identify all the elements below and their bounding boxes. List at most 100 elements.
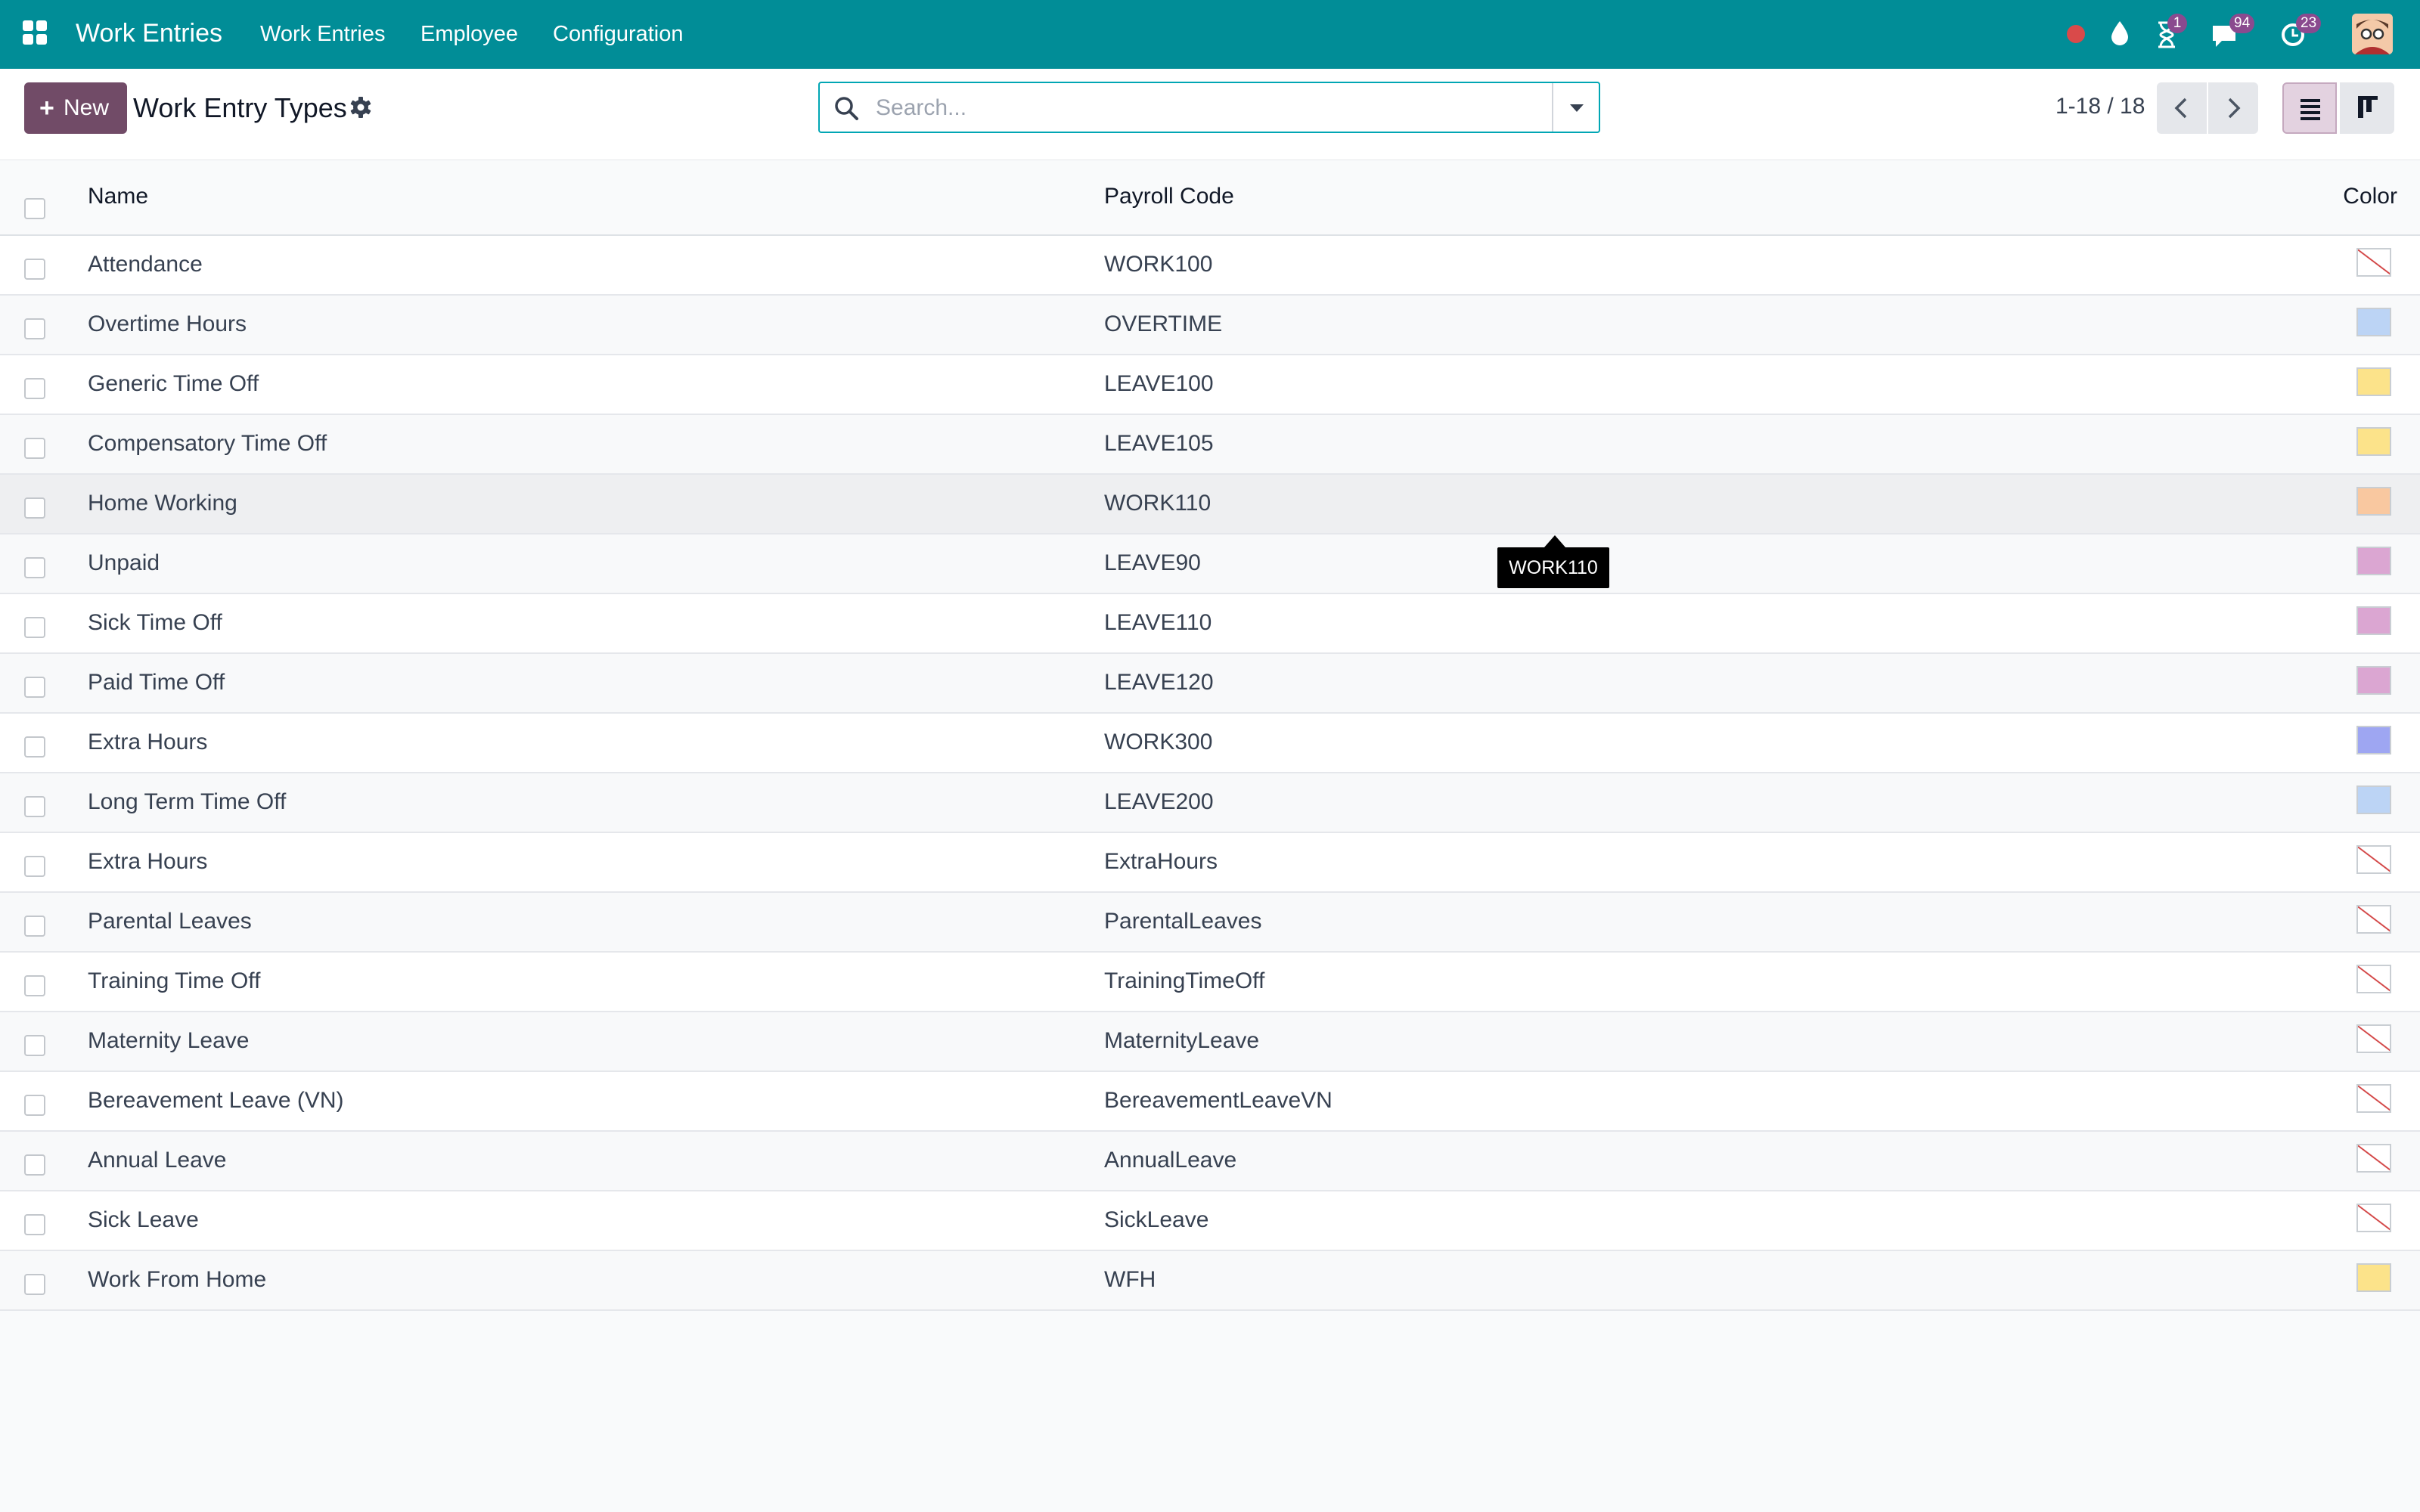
cell-name[interactable]: Training Time Off [88,966,260,996]
cell-payroll-code[interactable]: SickLeave [1104,1205,1208,1235]
table-row[interactable]: Extra Hours ExtraHours [0,833,2420,893]
row-checkbox[interactable] [24,1214,45,1235]
color-swatch[interactable] [2356,248,2391,277]
clock-icon[interactable]: 23 [2276,14,2322,53]
cell-payroll-code[interactable]: LEAVE200 [1104,787,1214,817]
color-swatch[interactable] [2356,905,2391,934]
cell-name[interactable]: Parental Leaves [88,906,252,937]
row-checkbox[interactable] [24,318,45,339]
table-row[interactable]: Training Time Off TrainingTimeOff [0,953,2420,1012]
table-row[interactable]: Compensatory Time Off LEAVE105 [0,415,2420,475]
cell-payroll-code[interactable]: LEAVE110 [1104,608,1212,638]
cell-name[interactable]: Paid Time Off [88,668,225,698]
color-swatch[interactable] [2356,487,2391,516]
cell-payroll-code[interactable]: ExtraHours [1104,847,1218,877]
color-swatch[interactable] [2356,367,2391,396]
row-checkbox[interactable] [24,497,45,519]
table-row[interactable]: Home Working WORK110 [0,475,2420,534]
cell-name[interactable]: Attendance [88,249,203,280]
search-options-toggle[interactable] [1552,83,1599,132]
row-checkbox[interactable] [24,1095,45,1116]
cell-payroll-code[interactable]: WORK100 [1104,249,1212,280]
table-row[interactable]: Work From Home WFH [0,1251,2420,1311]
table-row[interactable]: Sick Time Off LEAVE110 [0,594,2420,654]
row-checkbox[interactable] [24,856,45,877]
color-swatch[interactable] [2356,547,2391,575]
cell-name[interactable]: Work From Home [88,1265,266,1295]
color-swatch[interactable] [2356,845,2391,874]
menu-work-entries[interactable]: Work Entries [260,20,385,48]
pager-next-button[interactable] [2208,82,2258,134]
table-row[interactable]: Extra Hours WORK300 [0,714,2420,773]
cell-name[interactable]: Annual Leave [88,1145,227,1176]
kanban-view-button[interactable] [2340,82,2394,134]
color-swatch[interactable] [2356,1024,2391,1053]
row-checkbox[interactable] [24,259,45,280]
user-avatar[interactable] [2352,14,2393,54]
droplet-icon[interactable] [2101,15,2139,53]
color-swatch[interactable] [2356,965,2391,993]
hourglass-icon[interactable]: 1 [2148,14,2187,53]
color-swatch[interactable] [2356,606,2391,635]
cell-name[interactable]: Home Working [88,488,237,519]
table-row[interactable]: Parental Leaves ParentalLeaves [0,893,2420,953]
menu-employee[interactable]: Employee [420,20,518,48]
cell-name[interactable]: Overtime Hours [88,309,247,339]
cell-name[interactable]: Extra Hours [88,727,207,758]
table-row[interactable]: Bereavement Leave (VN) BereavementLeaveVN [0,1072,2420,1132]
table-row[interactable]: Annual Leave AnnualLeave [0,1132,2420,1191]
table-row[interactable]: Overtime Hours OVERTIME [0,296,2420,355]
cell-name[interactable]: Compensatory Time Off [88,429,327,459]
cell-payroll-code[interactable]: MaternityLeave [1104,1026,1259,1056]
pager-previous-button[interactable] [2157,82,2207,134]
cell-name[interactable]: Maternity Leave [88,1026,249,1056]
cell-payroll-code[interactable]: WORK300 [1104,727,1212,758]
table-row[interactable]: Generic Time Off LEAVE100 [0,355,2420,415]
color-swatch[interactable] [2356,1084,2391,1113]
table-row[interactable]: Maternity Leave MaternityLeave [0,1012,2420,1072]
row-checkbox[interactable] [24,736,45,758]
table-row[interactable]: Paid Time Off LEAVE120 [0,654,2420,714]
chat-icon[interactable]: 94 [2208,14,2255,53]
table-row[interactable]: Unpaid LEAVE90 [0,534,2420,594]
select-all-checkbox[interactable] [24,198,45,219]
table-row[interactable]: Long Term Time Off LEAVE200 [0,773,2420,833]
color-swatch[interactable] [2356,1263,2391,1292]
row-checkbox[interactable] [24,1274,45,1295]
cell-name[interactable]: Unpaid [88,548,160,578]
color-swatch[interactable] [2356,427,2391,456]
row-checkbox[interactable] [24,975,45,996]
row-checkbox[interactable] [24,1035,45,1056]
cell-payroll-code[interactable]: WORK110 [1104,488,1211,519]
cell-name[interactable]: Bereavement Leave (VN) [88,1086,344,1116]
color-swatch[interactable] [2356,726,2391,754]
column-header-color[interactable]: Color [2343,181,2397,212]
cell-payroll-code[interactable]: LEAVE100 [1104,369,1214,399]
pager-value[interactable]: 1-18 / 18 [2055,91,2145,122]
row-checkbox[interactable] [24,378,45,399]
row-checkbox[interactable] [24,796,45,817]
cell-payroll-code[interactable]: OVERTIME [1104,309,1222,339]
cell-payroll-code[interactable]: LEAVE90 [1104,548,1201,578]
cell-name[interactable]: Extra Hours [88,847,207,877]
cell-payroll-code[interactable]: WFH [1104,1265,1156,1295]
cell-payroll-code[interactable]: AnnualLeave [1104,1145,1236,1176]
cell-payroll-code[interactable]: LEAVE120 [1104,668,1214,698]
cell-name[interactable]: Generic Time Off [88,369,259,399]
color-swatch[interactable] [2356,308,2391,336]
color-swatch[interactable] [2356,785,2391,814]
gear-icon[interactable] [349,96,372,119]
apps-grid-icon[interactable] [23,20,48,46]
row-checkbox[interactable] [24,557,45,578]
row-checkbox[interactable] [24,677,45,698]
column-header-payroll-code[interactable]: Payroll Code [1104,181,1234,212]
color-swatch[interactable] [2356,666,2391,695]
color-swatch[interactable] [2356,1204,2391,1232]
table-row[interactable]: Sick Leave SickLeave [0,1191,2420,1251]
cell-name[interactable]: Sick Leave [88,1205,199,1235]
row-checkbox[interactable] [24,617,45,638]
cell-payroll-code[interactable]: BereavementLeaveVN [1104,1086,1333,1116]
row-checkbox[interactable] [24,438,45,459]
cell-payroll-code[interactable]: TrainingTimeOff [1104,966,1264,996]
search-input[interactable] [874,91,1528,125]
